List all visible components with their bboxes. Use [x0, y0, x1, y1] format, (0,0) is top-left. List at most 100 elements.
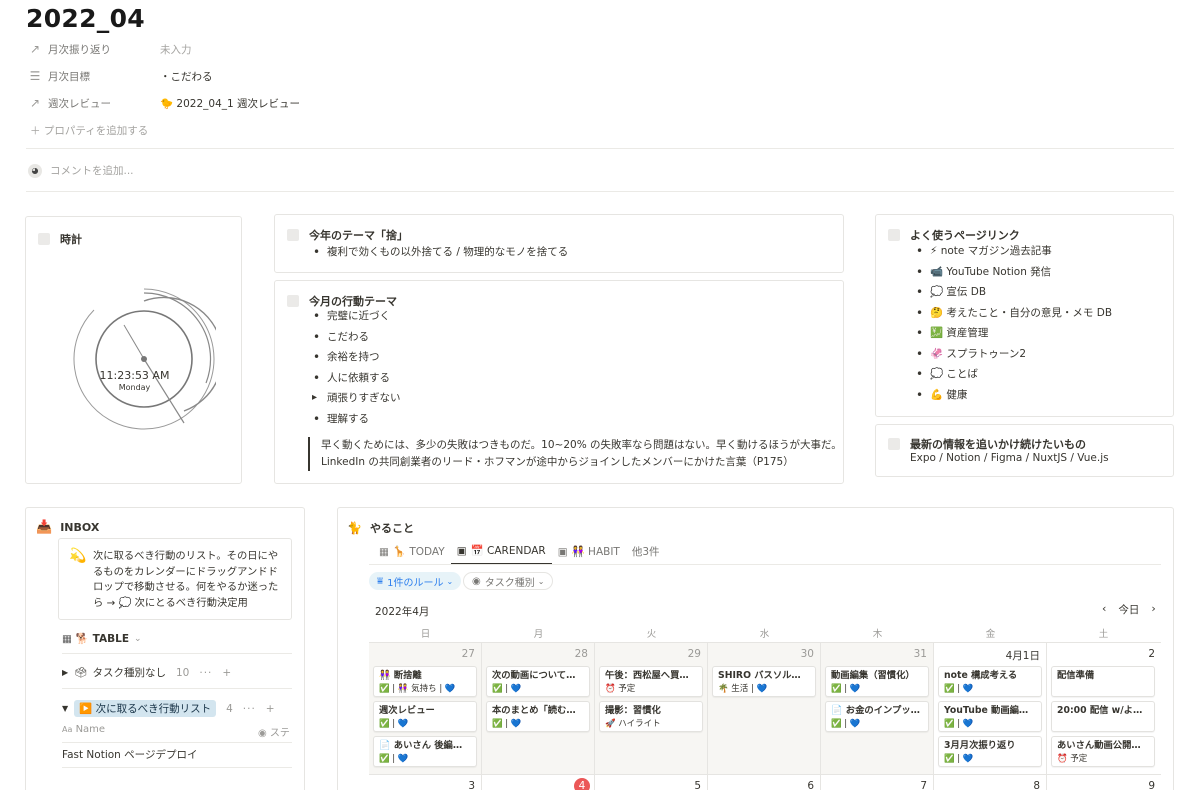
- day-number: 29: [687, 648, 701, 660]
- link-label: 資産管理: [946, 327, 989, 339]
- column-name[interactable]: Aa Name: [62, 724, 258, 739]
- page-link[interactable]: 📹 YouTube Notion 発信: [914, 262, 1112, 283]
- group-no-type[interactable]: ▶ 🗳 タスク種別なし 10 ··· +: [62, 665, 232, 680]
- calendar-card[interactable]: 次の動画について考え... ✅ | 💙: [486, 666, 590, 697]
- filter-rule-button[interactable]: ⩸ 1件のルール ⌄: [369, 572, 462, 590]
- calendar-day[interactable]: 8: [934, 775, 1047, 790]
- property-value[interactable]: ・こだわる: [160, 69, 213, 84]
- page-title[interactable]: 2022_04: [26, 4, 145, 33]
- day-number: 5: [694, 780, 701, 790]
- add-icon[interactable]: +: [266, 703, 276, 715]
- add-property-button[interactable]: ＋ プロパティを追加する: [30, 123, 148, 138]
- calendar-day[interactable]: 27 👭 断捨離 ✅ | 👭 気持ち | 💙 週次レビュー ✅ | 💙 📄 あいさん…: [369, 643, 482, 774]
- page-link[interactable]: 🦑 スプラトゥーン2: [914, 344, 1112, 365]
- calendar-day[interactable]: 4月1日 note 構成考える ✅ | 💙 YouTube 動画編集価... ✅ |…: [934, 643, 1047, 774]
- calendar-card[interactable]: note 構成考える ✅ | 💙: [938, 666, 1042, 697]
- calendar-day[interactable]: 5: [595, 775, 708, 790]
- calendar-card[interactable]: 配信準備: [1051, 666, 1155, 697]
- weekday-header: 木: [872, 629, 883, 640]
- calendar-card[interactable]: YouTube 動画編集価... ✅ | 💙: [938, 701, 1042, 732]
- dizzy-icon: 💫: [69, 548, 87, 564]
- calendar-day[interactable]: 30 SHIRO バスソルト購入 🌴 生活 | 💙: [708, 643, 821, 774]
- calendar-card[interactable]: 午後：西松屋へ買い物... ⏰ 予定: [599, 666, 703, 697]
- chevron-right-icon[interactable]: ›: [1151, 602, 1155, 617]
- calendar-day[interactable]: 3: [369, 775, 482, 790]
- callout-text: 次に取るべき行動のリスト。その日にやるものをカレンダーにドラッグアンドドロップで…: [93, 550, 279, 609]
- toggle-triangle-icon[interactable]: ▶: [62, 668, 68, 677]
- calendar-card[interactable]: 📄 あいさん 後編編集 ✅ | 💙: [373, 736, 477, 767]
- calendar-day[interactable]: 9: [1047, 775, 1161, 790]
- link-label: note マガジン過去記事: [940, 245, 1052, 257]
- today-button[interactable]: 今日: [1118, 602, 1139, 617]
- group-next-actions[interactable]: ▼ ▶️ 次に取るべき行動リスト 4 ··· +: [62, 700, 276, 717]
- latest-heading[interactable]: 最新の情報を追いかけ続けたいもの: [888, 436, 1086, 452]
- thought-bubble-icon: 💭: [930, 286, 944, 298]
- quote-line: 早く動くためには、多少の失敗はつきものだ。10~20% の失敗率なら問題はない。…: [321, 439, 842, 451]
- calendar-day[interactable]: 29 午後：西松屋へ買い物... ⏰ 予定 撮影：習慣化 🚀 ハイライト: [595, 643, 708, 774]
- property-monthly-review[interactable]: ↗ 月次振り返り 未入力: [28, 38, 192, 60]
- day-number: 27: [461, 648, 475, 660]
- page-link[interactable]: ⚡ note マガジン過去記事: [914, 241, 1112, 262]
- tab-more[interactable]: 他3件: [626, 541, 666, 565]
- calendar-card[interactable]: 撮影：習慣化 🚀 ハイライト: [599, 701, 703, 732]
- year-theme-list: 複利で効くもの以外捨てる / 物理的なモノを捨てる: [311, 242, 568, 263]
- calendar-day[interactable]: 31 動画編集（習慣化） ✅ | 💙 📄 お金のインプット・... ✅ | 💙: [821, 643, 934, 774]
- calendar-card[interactable]: SHIRO バスソルト購入 🌴 生活 | 💙: [712, 666, 816, 697]
- todo-heading[interactable]: 🐈 やること: [347, 520, 414, 536]
- property-value[interactable]: 🐤 2022_04_1 週次レビュー: [160, 96, 300, 111]
- card-title: 👭 断捨離: [379, 670, 422, 681]
- calendar-card[interactable]: 本のまとめ「読む力大... ✅ | 💙: [486, 701, 590, 732]
- calendar-card[interactable]: 📄 お金のインプット・... ✅ | 💙: [825, 701, 929, 732]
- page-link[interactable]: 💪 健康: [914, 385, 1112, 406]
- group-count: 10: [176, 666, 190, 679]
- inbox-heading[interactable]: 📥 INBOX: [36, 520, 99, 535]
- calendar-day[interactable]: 28 次の動画について考え... ✅ | 💙 本のまとめ「読む力大... ✅ | 💙: [482, 643, 595, 774]
- column-status[interactable]: ◉ ステ: [258, 724, 290, 739]
- calendar-card[interactable]: 動画編集（習慣化） ✅ | 💙: [825, 666, 929, 697]
- chart-icon: 💹: [930, 327, 944, 339]
- calendar-day[interactable]: 2 配信準備 20:00 配信 w/よねざ... あいさん動画公開予定 ⏰ 予定: [1047, 643, 1161, 774]
- calendar-day[interactable]: 4: [482, 775, 595, 790]
- tab-calendar[interactable]: ▣ 📅 CARENDAR: [450, 541, 552, 565]
- property-value[interactable]: 未入力: [160, 42, 192, 57]
- property-weekly-review[interactable]: ↗ 週次レビュー 🐤 2022_04_1 週次レビュー: [28, 92, 300, 114]
- calendar-nav: ‹ 今日 ›: [1102, 602, 1156, 617]
- link-label: ことば: [946, 368, 978, 380]
- chevron-left-icon[interactable]: ‹: [1102, 602, 1106, 617]
- page-link[interactable]: 💹 資産管理: [914, 323, 1112, 344]
- inbox-view-switcher[interactable]: ▦ 🐕 TABLE ⌄: [62, 632, 142, 646]
- property-monthly-goal[interactable]: ☰ 月次目標 ・こだわる: [28, 65, 213, 87]
- calendar-card[interactable]: 週次レビュー ✅ | 💙: [373, 701, 477, 732]
- calendar-day[interactable]: 6: [708, 775, 821, 790]
- card-title: 午後：西松屋へ買い物...: [605, 670, 697, 681]
- page-link[interactable]: 🤔 考えたこと・自分の意見・メモ DB: [914, 303, 1112, 324]
- more-icon[interactable]: ···: [243, 703, 256, 715]
- calendar-month: 2022年4月: [375, 606, 430, 618]
- page-link[interactable]: 💭 宣伝 DB: [914, 282, 1112, 303]
- filter-type-button[interactable]: ◉ タスク種別 ⌄: [463, 572, 554, 590]
- year-theme-heading[interactable]: 今年のテーマ「捨」: [287, 227, 408, 243]
- clock-day: Monday: [118, 383, 151, 392]
- tab-today[interactable]: ▦ 🦒 TODAY: [373, 541, 451, 565]
- clock-heading: 時計: [38, 231, 82, 247]
- tab-habit[interactable]: ▣ 👭 HABIT: [552, 541, 626, 565]
- table-row[interactable]: Fast Notion ページデプロイ: [62, 747, 197, 762]
- add-icon[interactable]: +: [222, 667, 232, 679]
- card-props: ✅ | 💙: [831, 684, 861, 694]
- calendar-card[interactable]: あいさん動画公開予定 ⏰ 予定: [1051, 736, 1155, 767]
- calendar-day[interactable]: 7: [821, 775, 934, 790]
- day-number: 7: [920, 780, 927, 790]
- toggle-triangle-open-icon[interactable]: ▼: [62, 704, 68, 713]
- card-title: 📄 お金のインプット・...: [831, 705, 923, 716]
- more-icon[interactable]: ···: [199, 667, 212, 679]
- toggle-item[interactable]: 頑張りすぎない: [311, 388, 401, 409]
- calendar-card[interactable]: 👭 断捨離 ✅ | 👭 気持ち | 💙: [373, 666, 477, 697]
- calendar-card[interactable]: 20:00 配信 w/よねざ...: [1051, 701, 1155, 732]
- comment-input[interactable]: ◕ コメントを追加...: [28, 163, 134, 178]
- page-link[interactable]: 💭 ことば: [914, 364, 1112, 385]
- relation-arrow-icon: ↗: [29, 96, 41, 110]
- link-label: スプラトゥーン2: [946, 347, 1027, 360]
- text-lines-icon: ☰: [29, 69, 41, 83]
- day-number: 31: [913, 648, 927, 660]
- calendar-card[interactable]: 3月月次振り返り ✅ | 💙: [938, 736, 1042, 767]
